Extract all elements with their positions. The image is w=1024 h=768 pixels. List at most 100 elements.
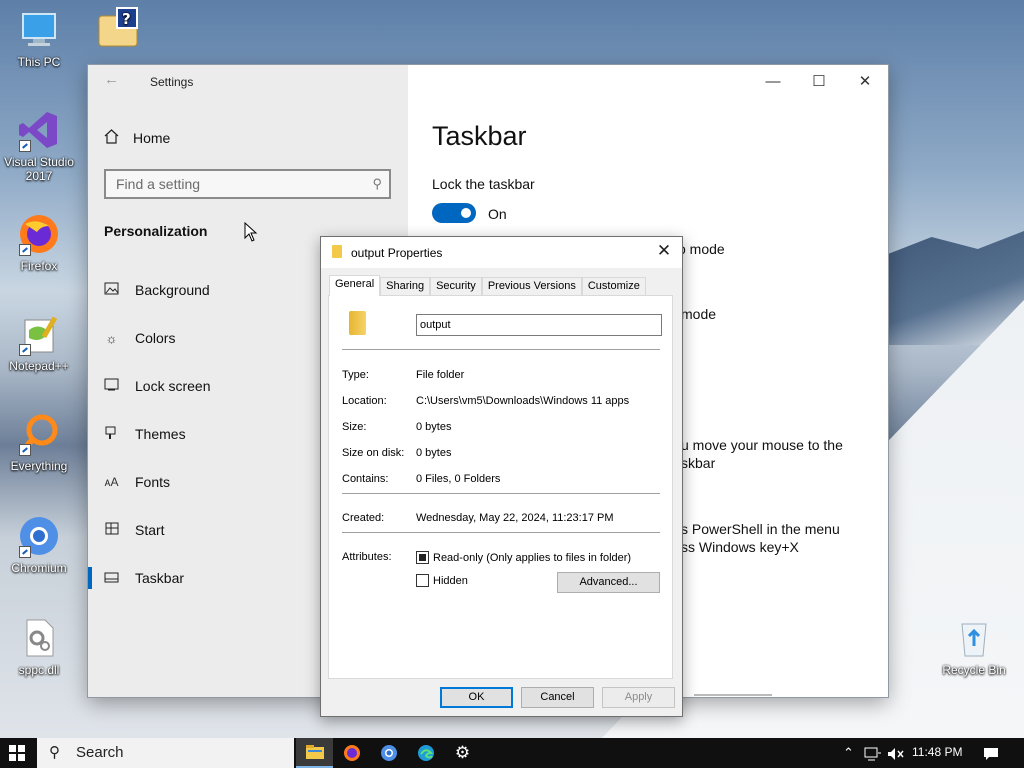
- sidebar-item-label: Fonts: [135, 474, 171, 490]
- desktop-icon-recycle-bin[interactable]: Recycle Bin: [936, 616, 1012, 677]
- desktop-icon-sppc-dll[interactable]: sppc.dll: [1, 616, 77, 677]
- system-clock[interactable]: 11:48 PM: [912, 745, 962, 759]
- palette-icon: ☼: [105, 330, 118, 346]
- setting-text-fragment: o mode: [678, 241, 725, 257]
- apply-button[interactable]: Apply: [602, 687, 675, 708]
- image-icon: [104, 282, 119, 298]
- tab-sharing[interactable]: Sharing: [380, 277, 431, 296]
- setting-text-fragment: s PowerShell in the menu: [681, 521, 840, 537]
- lock-taskbar-toggle[interactable]: [432, 203, 476, 223]
- windows-logo-tile: [18, 754, 25, 761]
- edge-icon: [417, 745, 434, 761]
- recycle-bin-icon: [952, 616, 996, 660]
- dialog-close-button[interactable]: ✕: [654, 241, 674, 263]
- firefox-icon: [17, 212, 61, 256]
- taskbar-app-file-explorer[interactable]: [296, 738, 333, 768]
- back-arrow-icon[interactable]: ←: [104, 71, 119, 88]
- brush-icon: [104, 425, 119, 443]
- tab-customize[interactable]: Customize: [581, 277, 646, 296]
- action-center-icon[interactable]: [983, 738, 999, 768]
- desktop-icon-notepad-plus-plus[interactable]: Notepad++: [1, 312, 77, 373]
- property-key: Attributes:: [342, 551, 392, 563]
- desktop-icon-chromium[interactable]: Chromium: [1, 514, 77, 575]
- settings-titlebar: ← Settings — ☐ ✕: [88, 65, 888, 99]
- winrar-icon: ?: [95, 6, 139, 50]
- search-icon: ⚲: [372, 176, 382, 191]
- advanced-button[interactable]: Advanced...: [557, 572, 660, 593]
- desktop-icon-label: Firefox: [20, 259, 58, 273]
- dll-file-icon: [17, 616, 61, 660]
- tab-previous-versions[interactable]: Previous Versions: [481, 277, 582, 296]
- sidebar-item-themes[interactable]: Themes: [104, 422, 186, 446]
- taskbar-search-label: Search: [76, 744, 124, 761]
- sidebar-item-background[interactable]: Background: [104, 278, 210, 302]
- tab-security[interactable]: Security: [430, 277, 482, 296]
- property-value: 0 bytes: [416, 421, 452, 433]
- setting-text-fragment: skbar: [681, 455, 716, 471]
- settings-gear-icon: ⚙: [454, 743, 471, 762]
- find-setting-input[interactable]: Find a setting ⚲: [104, 169, 391, 199]
- folder-name-input[interactable]: output: [416, 314, 662, 336]
- sidebar-item-taskbar[interactable]: Taskbar: [104, 566, 184, 590]
- sidebar-item-home[interactable]: Home: [104, 129, 170, 147]
- taskbar-app-firefox[interactable]: [333, 738, 370, 768]
- lock-screen-icon: [104, 378, 119, 394]
- lock-taskbar-label: Lock the taskbar: [432, 176, 535, 192]
- taskbar-app-edge[interactable]: [407, 738, 444, 768]
- active-nav-indicator: [88, 567, 92, 589]
- maximize-button[interactable]: ☐: [796, 69, 842, 95]
- desktop-icon-label: Visual Studio 2017: [4, 155, 74, 183]
- taskbar-app-settings[interactable]: ⚙: [444, 738, 481, 768]
- sidebar-item-colors[interactable]: ☼ Colors: [104, 326, 176, 350]
- network-icon[interactable]: [864, 738, 882, 768]
- checkbox-box[interactable]: [416, 574, 429, 587]
- property-value: 0 Files, 0 Folders: [416, 473, 501, 485]
- mouse-cursor-icon: [244, 222, 258, 242]
- hidden-checkbox[interactable]: Hidden: [416, 574, 468, 587]
- windows-logo-tile: [9, 745, 16, 752]
- taskbar-app-chromium[interactable]: [370, 738, 407, 768]
- dialog-titlebar: output Properties ✕: [321, 237, 682, 268]
- desktop-icon-label: Notepad++: [9, 359, 69, 373]
- chromium-icon: [380, 745, 397, 761]
- desktop-icon-everything[interactable]: Everything: [1, 412, 77, 473]
- dialog-tabs: General Sharing Security Previous Versio…: [329, 275, 646, 296]
- taskbar-icon: [104, 571, 119, 586]
- readonly-checkbox[interactable]: Read-only (Only applies to files in fold…: [416, 551, 631, 564]
- home-label: Home: [133, 130, 171, 146]
- folder-icon: [332, 245, 342, 258]
- show-hidden-icons-chevron[interactable]: ⌃: [843, 738, 854, 768]
- property-value: File folder: [416, 369, 465, 381]
- sidebar-item-lock-screen[interactable]: Lock screen: [104, 374, 210, 398]
- sidebar-item-start[interactable]: Start: [104, 518, 165, 542]
- tab-general[interactable]: General: [329, 275, 381, 296]
- desktop-icon-this-pc[interactable]: This PC: [1, 8, 77, 69]
- taskbar-search-box[interactable]: ⚲ Search: [37, 738, 294, 768]
- minimize-button[interactable]: —: [750, 69, 796, 95]
- property-value: Wednesday, May 22, 2024, 11:23:17 PM: [416, 512, 614, 524]
- checkbox-label: Hidden: [433, 574, 468, 587]
- cancel-button[interactable]: Cancel: [521, 687, 594, 708]
- property-key: Location:: [342, 395, 387, 407]
- desktop-icon-label: Everything: [10, 459, 68, 473]
- desktop-icon-winrar[interactable]: ?: [79, 6, 155, 53]
- volume-muted-icon[interactable]: [887, 738, 905, 768]
- shortcut-arrow-icon: [19, 140, 31, 152]
- taskbar: ⚲ Search ⚙ ⌃ 11:48 PM: [0, 738, 1024, 768]
- sidebar-item-fonts[interactable]: ᴀA Fonts: [104, 470, 171, 494]
- sidebar-item-label: Start: [135, 522, 165, 538]
- properties-dialog: output Properties ✕ General Sharing Secu…: [320, 236, 683, 717]
- desktop-icon-firefox[interactable]: Firefox: [1, 212, 77, 273]
- ok-button[interactable]: OK: [440, 687, 513, 708]
- section-title: Personalization: [104, 223, 208, 239]
- windows-logo-tile: [9, 754, 16, 761]
- close-button[interactable]: ✕: [842, 69, 888, 95]
- windows-logo-tile: [18, 745, 25, 752]
- folder-icon: [349, 311, 366, 335]
- checkbox-box[interactable]: [416, 551, 429, 564]
- desktop-icon-label: sppc.dll: [18, 663, 60, 677]
- desktop-icon-visual-studio[interactable]: Visual Studio 2017: [1, 108, 77, 183]
- start-button[interactable]: [9, 745, 25, 761]
- sidebar-item-label: Taskbar: [135, 570, 185, 586]
- desktop-icon-label: Recycle Bin: [942, 663, 1006, 677]
